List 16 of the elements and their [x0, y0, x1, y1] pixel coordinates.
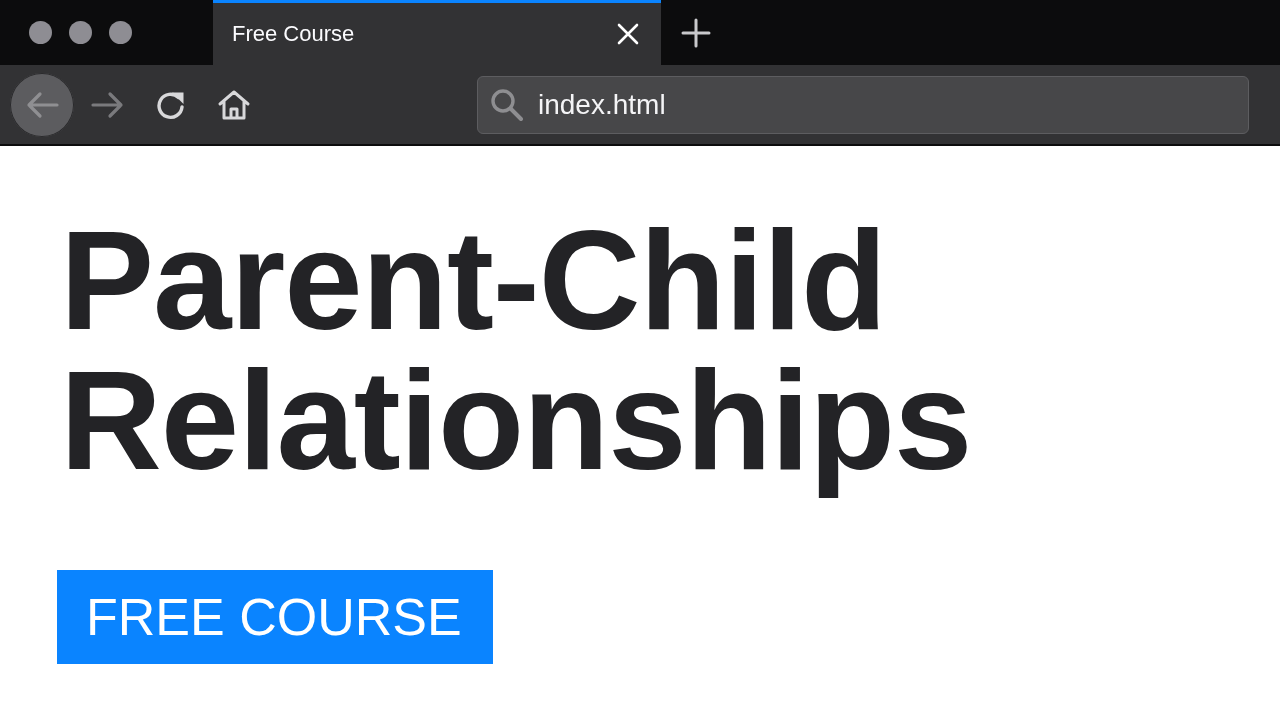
- browser-tab[interactable]: Free Course: [213, 0, 661, 65]
- new-tab-button[interactable]: [681, 17, 711, 48]
- right-arrow-icon: [91, 90, 125, 119]
- close-icon: [617, 23, 639, 45]
- close-tab-button[interactable]: [617, 23, 639, 45]
- home-button[interactable]: [217, 88, 251, 121]
- window-control-button[interactable]: [29, 21, 52, 44]
- plus-icon: [681, 17, 711, 48]
- left-arrow-icon: [25, 90, 59, 119]
- window-control-button[interactable]: [69, 21, 92, 44]
- home-icon: [217, 88, 251, 121]
- page-heading: Parent-Child Relationships: [60, 210, 973, 501]
- free-course-button[interactable]: FREE COURSE: [57, 570, 493, 664]
- search-icon: [490, 87, 524, 122]
- address-field[interactable]: index.html: [477, 75, 1249, 134]
- window-control-button[interactable]: [109, 21, 132, 44]
